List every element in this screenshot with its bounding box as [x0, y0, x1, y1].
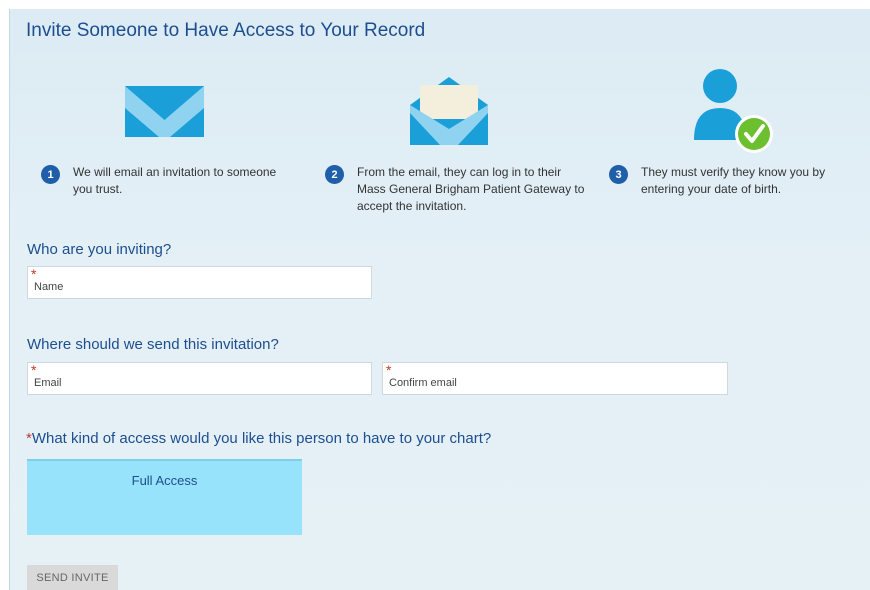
step-text: We will email an invitation to someone y… — [73, 165, 277, 196]
step-text: They must verify they know you by enteri… — [641, 165, 826, 196]
name-placeholder: Name — [34, 281, 64, 293]
open-envelope-icon — [410, 77, 488, 145]
invite-panel: Invite Someone to Have Access to Your Re… — [9, 9, 870, 590]
email-field[interactable]: * Email — [27, 362, 372, 395]
confirm-email-field[interactable]: * Confirm email — [382, 362, 728, 395]
step-3: 3 They must verify they know you by ente… — [609, 164, 859, 198]
envelope-icon — [125, 86, 204, 137]
step-number: 1 — [41, 165, 60, 184]
step-2: 2 From the email, they can log in to the… — [325, 164, 585, 215]
where-heading: Where should we send this invitation? — [27, 336, 279, 353]
email-placeholder: Email — [34, 377, 62, 389]
step-text: From the email, they can log in to their… — [357, 165, 585, 213]
step-number: 3 — [609, 165, 628, 184]
required-mark: * — [386, 362, 392, 378]
send-invite-button[interactable]: SEND INVITE — [27, 565, 118, 590]
page-title: Invite Someone to Have Access to Your Re… — [26, 20, 426, 41]
full-access-option[interactable]: Full Access — [27, 459, 302, 535]
required-mark: * — [31, 266, 37, 282]
confirm-email-placeholder: Confirm email — [389, 377, 457, 389]
step-1: 1 We will email an invitation to someone… — [41, 164, 301, 198]
verified-user-icon — [694, 69, 773, 153]
who-heading: Who are you inviting? — [27, 241, 172, 258]
name-field[interactable]: * Name — [27, 266, 372, 299]
access-heading: *What kind of access would you like this… — [26, 430, 491, 447]
full-access-label: Full Access — [131, 473, 198, 488]
required-mark: * — [31, 362, 37, 378]
step-number: 2 — [325, 165, 344, 184]
access-heading-text: What kind of access would you like this … — [31, 430, 492, 447]
